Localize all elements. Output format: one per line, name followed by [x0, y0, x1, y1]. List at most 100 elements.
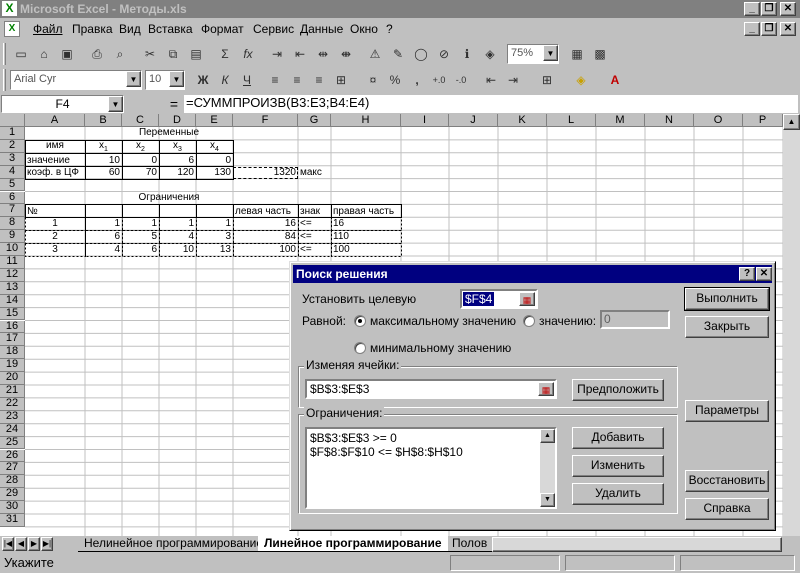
cell-D3[interactable]: 6: [159, 155, 196, 167]
office-assistant-icon[interactable]: ▩: [589, 44, 611, 64]
change-button[interactable]: Изменить: [572, 455, 664, 477]
trace-dependents-icon[interactable]: ⇤: [289, 44, 311, 64]
autosum-icon[interactable]: Σ: [214, 44, 236, 64]
trace-precedents-icon[interactable]: ⇥: [266, 44, 288, 64]
chevron-down-icon[interactable]: ▼: [126, 71, 141, 87]
merge-center-icon[interactable]: ⊞: [330, 70, 352, 90]
font-color-icon[interactable]: A: [604, 70, 626, 90]
row-header-13[interactable]: 13: [0, 281, 25, 295]
row-header-23[interactable]: 23: [0, 410, 25, 424]
map-icon[interactable]: ▦: [566, 44, 588, 64]
save-icon[interactable]: ▣: [56, 44, 78, 64]
guess-button[interactable]: Предположить: [572, 379, 664, 401]
cell-E3[interactable]: 0: [196, 155, 233, 167]
row-header-12[interactable]: 12: [0, 268, 25, 282]
clear-circles-icon[interactable]: ⊘: [433, 44, 455, 64]
scroll-up-icon[interactable]: ▲: [783, 114, 800, 130]
row-header-15[interactable]: 15: [0, 307, 25, 321]
chevron-down-icon[interactable]: ▼: [108, 96, 123, 112]
constraint-cell-left[interactable]: 16: [233, 218, 298, 230]
row-header-21[interactable]: 21: [0, 384, 25, 398]
x1-header[interactable]: x1: [85, 140, 122, 156]
constraint-cell-right[interactable]: 110: [331, 231, 401, 243]
constraint-cell-sign[interactable]: <=: [298, 218, 331, 230]
row-header-24[interactable]: 24: [0, 423, 25, 437]
constraint-cell-c[interactable]: 6: [122, 244, 159, 256]
menu-window[interactable]: Окно: [350, 18, 378, 40]
constraint-cell-b[interactable]: 4: [85, 244, 122, 256]
column-header-I[interactable]: I: [401, 114, 449, 127]
constraint-cell-n[interactable]: 2: [25, 231, 85, 243]
menu-data[interactable]: Данные: [300, 18, 343, 40]
function-icon[interactable]: fx: [237, 44, 259, 64]
constraint-cell-sign[interactable]: <=: [298, 231, 331, 243]
underline-button[interactable]: Ч: [236, 70, 258, 90]
max-option-label[interactable]: максимальному значению: [370, 314, 516, 328]
constraint-item[interactable]: $B$3:$E$3 >= 0: [310, 431, 552, 445]
print-preview-icon[interactable]: ⌕: [109, 44, 131, 64]
vertical-scrollbar[interactable]: ▲: [783, 114, 800, 536]
menu-view[interactable]: Вид: [119, 18, 141, 40]
objective-label[interactable]: макс: [298, 167, 331, 179]
column-header-G[interactable]: G: [298, 114, 331, 127]
constraint-cell-n[interactable]: 1: [25, 218, 85, 230]
right-part-header[interactable]: правая часть: [331, 206, 401, 218]
column-header-L[interactable]: L: [547, 114, 596, 127]
left-part-header[interactable]: левая часть: [233, 206, 298, 218]
menu-format[interactable]: Формат: [201, 18, 244, 40]
percent-button[interactable]: %: [384, 70, 406, 90]
row-header-2[interactable]: 2: [0, 139, 25, 153]
last-sheet-icon[interactable]: ▶|: [41, 537, 53, 551]
num-header[interactable]: №: [25, 206, 85, 218]
copy-icon[interactable]: ⧉: [162, 44, 184, 64]
chevron-down-icon[interactable]: ▼: [543, 45, 558, 61]
name-header[interactable]: имя: [25, 140, 85, 152]
tab-nonlinear[interactable]: Нелинейное программирование: [78, 536, 269, 552]
row-header-22[interactable]: 22: [0, 397, 25, 411]
menu-edit[interactable]: Правка: [72, 18, 113, 40]
trace-error-icon[interactable]: ⚠: [364, 44, 386, 64]
column-header-C[interactable]: C: [122, 114, 159, 127]
italic-button[interactable]: К: [214, 70, 236, 90]
print-icon[interactable]: ⎙: [86, 44, 108, 64]
row-header-25[interactable]: 25: [0, 436, 25, 450]
row-header-5[interactable]: 5: [0, 178, 25, 192]
column-header-K[interactable]: K: [498, 114, 547, 127]
increase-indent-icon[interactable]: ⇥: [502, 70, 524, 90]
new-icon[interactable]: ▭: [10, 44, 32, 64]
minimize-button[interactable]: _: [744, 2, 760, 16]
dialog-close-icon[interactable]: ✕: [756, 267, 772, 281]
align-left-icon[interactable]: ≡: [264, 70, 286, 90]
row-header-31[interactable]: 31: [0, 513, 25, 527]
doc-close-button[interactable]: ✕: [780, 22, 796, 36]
menu-file[interactable]: Файл: [33, 18, 63, 40]
constraint-cell-sign[interactable]: <=: [298, 244, 331, 256]
name-box[interactable]: F4 ▼: [1, 95, 124, 113]
changing-cells-input[interactable]: $B$3:$E$3 ▦: [305, 379, 557, 399]
constraint-cell-left[interactable]: 84: [233, 231, 298, 243]
column-header-H[interactable]: H: [331, 114, 401, 127]
column-header-B[interactable]: B: [85, 114, 122, 127]
show-info-icon[interactable]: ℹ: [456, 44, 478, 64]
row-header-3[interactable]: 3: [0, 152, 25, 166]
open-icon[interactable]: ⌂: [33, 44, 55, 64]
column-header-O[interactable]: O: [694, 114, 743, 127]
constraint-cell-e[interactable]: 1: [196, 218, 233, 230]
min-option-label[interactable]: минимальному значению: [370, 341, 511, 355]
solve-button[interactable]: Выполнить: [684, 287, 770, 311]
new-comment-icon[interactable]: ✎: [387, 44, 409, 64]
constraints-title[interactable]: Ограничения: [105, 192, 233, 204]
doc-minimize-button[interactable]: _: [744, 22, 760, 36]
constraint-cell-d[interactable]: 10: [159, 244, 196, 256]
font-name-select[interactable]: Arial Cyr ▼: [10, 70, 142, 90]
min-radio[interactable]: [354, 342, 366, 354]
x3-header[interactable]: x3: [159, 140, 196, 156]
restore-button[interactable]: ❐: [761, 2, 777, 16]
draw-icon[interactable]: ◈: [479, 44, 501, 64]
cell-B3[interactable]: 10: [85, 155, 122, 167]
remove-all-arrows-icon[interactable]: ⇼: [335, 44, 357, 64]
objective-cell-F4[interactable]: 1320: [233, 167, 298, 179]
row-header-14[interactable]: 14: [0, 294, 25, 308]
cell-D4[interactable]: 120: [159, 167, 196, 179]
toolbar-grip[interactable]: [3, 43, 6, 65]
